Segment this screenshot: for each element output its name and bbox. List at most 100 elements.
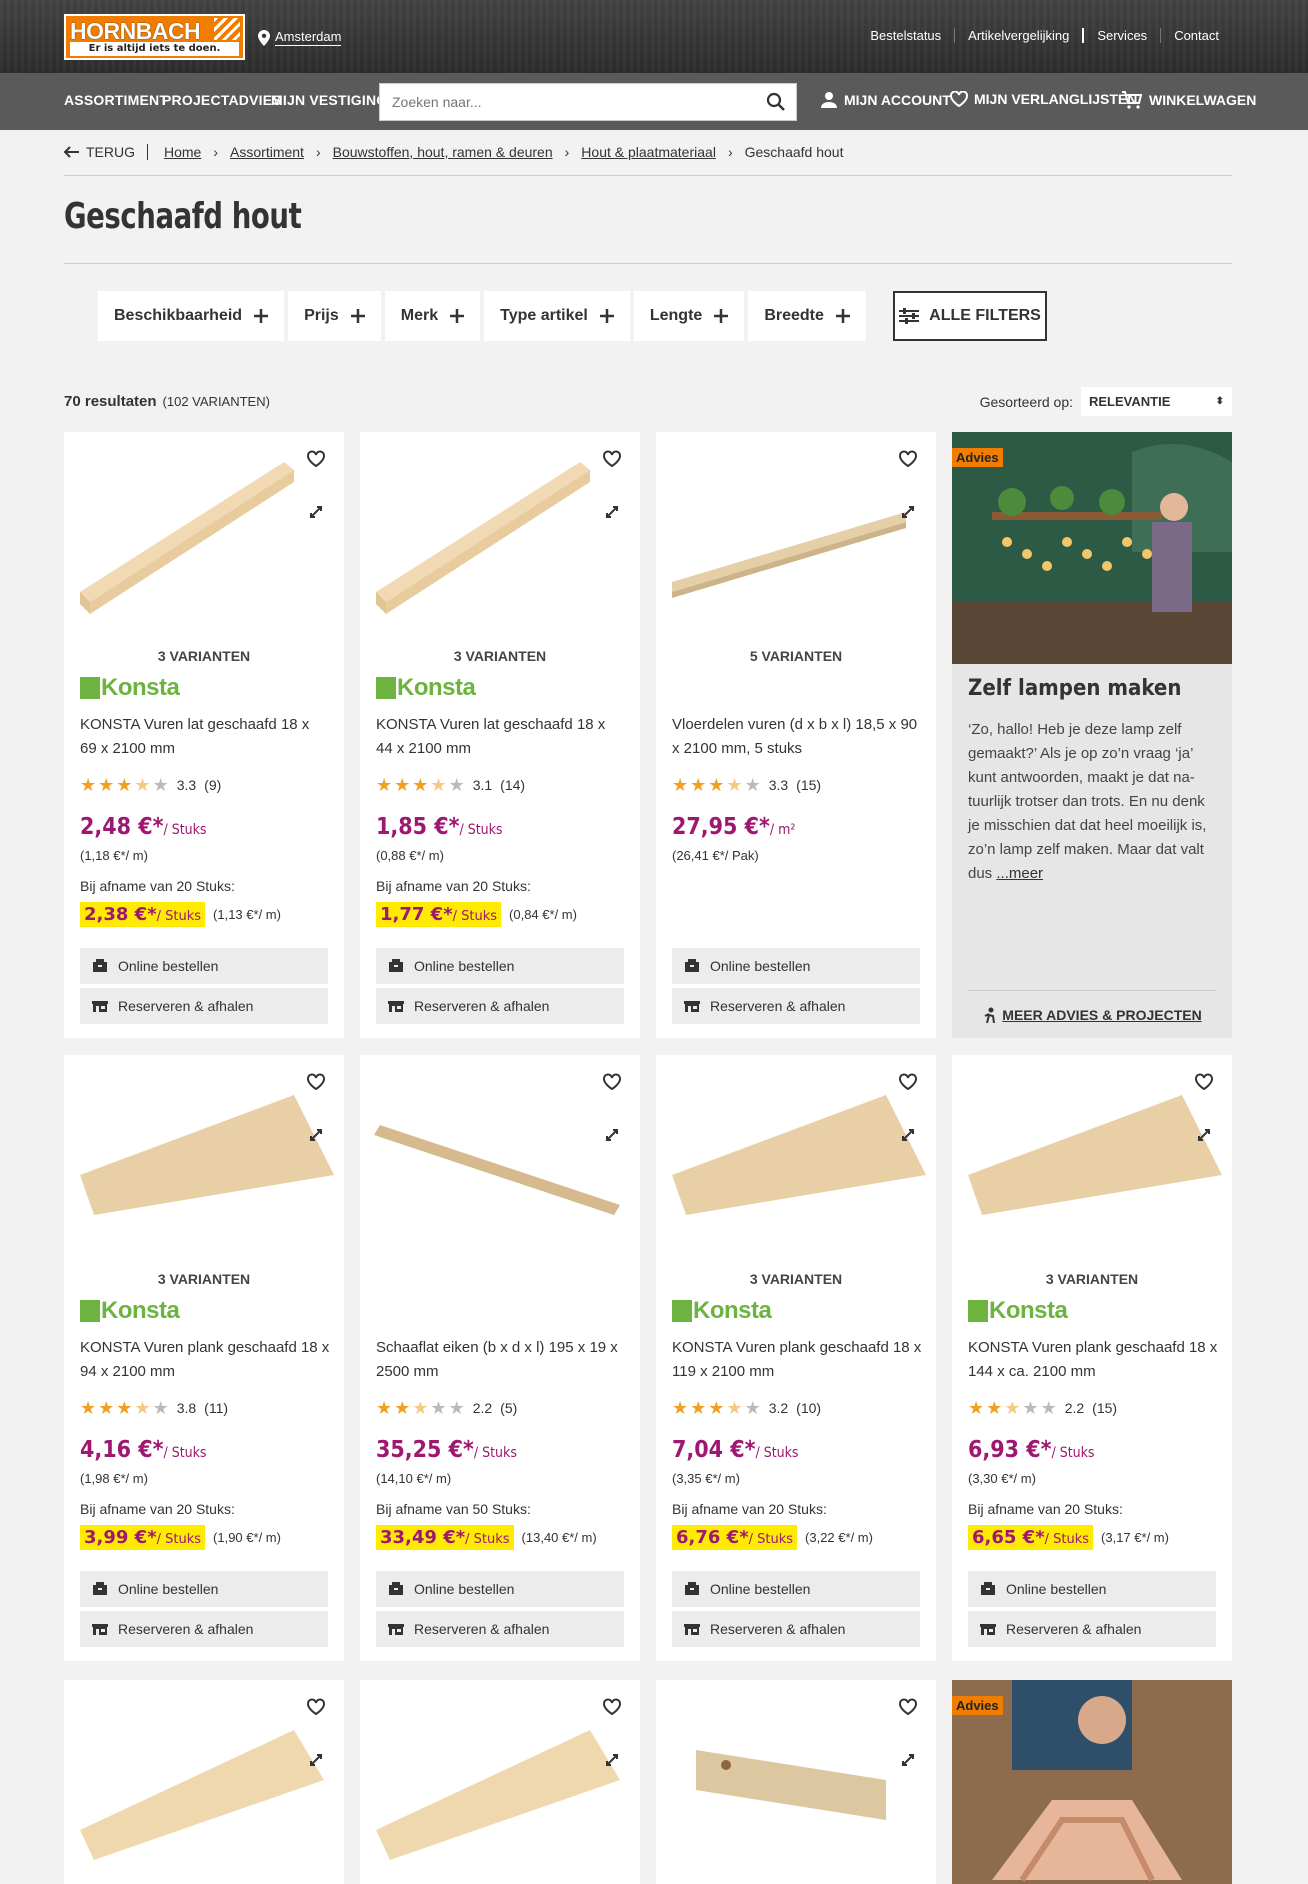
toplink-contact[interactable]: Contact <box>1160 28 1232 43</box>
product-name[interactable]: KONSTA Vuren plank geschaafd 18 x 119 x … <box>672 1336 922 1384</box>
filter-type-artikel[interactable]: Type artikel <box>484 291 630 341</box>
product-name[interactable]: KONSTA Vuren plank geschaafd 18 x 94 x 2… <box>80 1336 330 1384</box>
product-rating[interactable]: ★ ★ ★ ★ ★ 2.2 (5) <box>376 1399 517 1417</box>
account-link[interactable]: MIJN ACCOUNT <box>820 91 951 109</box>
product-name[interactable]: Vloerdelen vuren (d x b x l) 18,5 x 90 x… <box>672 713 922 761</box>
nav-projectadvies[interactable]: PROJECTADVIES <box>162 92 282 108</box>
product-image[interactable] <box>64 432 344 647</box>
compare-icon[interactable] <box>602 1750 622 1770</box>
toplink-services[interactable]: Services <box>1082 28 1160 43</box>
all-filters-button[interactable]: ALLE FILTERS <box>893 291 1047 341</box>
product-card[interactable]: 3 VARIANTEN Konsta KONSTA Vuren lat gesc… <box>64 432 344 1038</box>
reserve-pickup-button[interactable]: Reserveren & afhalen <box>672 1611 920 1647</box>
store-location[interactable]: Amsterdam <box>258 29 342 46</box>
reserve-pickup-button[interactable]: Reserveren & afhalen <box>80 1611 328 1647</box>
compare-icon[interactable] <box>306 1750 326 1770</box>
variants-count[interactable]: 3 VARIANTEN <box>952 1271 1232 1287</box>
product-image[interactable] <box>360 1680 640 1884</box>
product-image[interactable] <box>360 1055 640 1270</box>
product-rating[interactable]: ★ ★ ★ ★ ★ 2.2 (15) <box>968 1399 1117 1417</box>
nav-mijn-vestiging[interactable]: MIJN VESTIGING <box>271 92 387 108</box>
reserve-pickup-button[interactable]: Reserveren & afhalen <box>376 988 624 1024</box>
variants-count[interactable]: 3 VARIANTEN <box>64 648 344 664</box>
compare-icon[interactable] <box>602 502 622 522</box>
product-card[interactable]: 3 VARIANTEN Konsta KONSTA Vuren plank ge… <box>952 1055 1232 1661</box>
more-advice-link[interactable]: MEER ADVIES & PROJECTEN <box>968 990 1216 1024</box>
advice-tile[interactable]: Advies Zelf lampen maken ‘Zo, hallo! Heb… <box>952 432 1232 1038</box>
filter-merk[interactable]: Merk <box>384 291 481 341</box>
wishlist-heart-icon[interactable] <box>306 1698 326 1716</box>
wishlist-heart-icon[interactable] <box>898 1073 918 1091</box>
product-card[interactable] <box>656 1680 936 1884</box>
wishlist-heart-icon[interactable] <box>1194 1073 1214 1091</box>
filter-beschikbaarheid[interactable]: Beschikbaarheid <box>98 291 285 341</box>
product-image[interactable] <box>64 1055 344 1270</box>
compare-icon[interactable] <box>306 502 326 522</box>
wishlist-heart-icon[interactable] <box>602 1073 622 1091</box>
online-order-button[interactable]: Online bestellen <box>672 1571 920 1607</box>
product-rating[interactable]: ★ ★ ★ ★ ★ 3.3 (9) <box>80 776 221 794</box>
variants-count[interactable]: 3 VARIANTEN <box>360 648 640 664</box>
search-icon[interactable] <box>766 92 786 112</box>
product-name[interactable]: KONSTA Vuren plank geschaafd 18 x 144 x … <box>968 1336 1218 1384</box>
wishlist-heart-icon[interactable] <box>602 450 622 468</box>
product-image[interactable] <box>656 1055 936 1270</box>
product-rating[interactable]: ★ ★ ★ ★ ★ 3.2 (10) <box>672 1399 821 1417</box>
online-order-button[interactable]: Online bestellen <box>80 1571 328 1607</box>
product-card[interactable]: 3 VARIANTEN Konsta KONSTA Vuren lat gesc… <box>360 432 640 1038</box>
wishlist-heart-icon[interactable] <box>602 1698 622 1716</box>
crumb-hout[interactable]: Hout & plaatmateriaal <box>581 144 716 160</box>
wishlist-heart-icon[interactable] <box>898 450 918 468</box>
variants-count[interactable]: 5 VARIANTEN <box>656 648 936 664</box>
back-link[interactable]: TERUG <box>64 144 148 160</box>
product-card[interactable]: 3 VARIANTEN Konsta KONSTA Vuren plank ge… <box>64 1055 344 1661</box>
product-image[interactable] <box>64 1680 344 1884</box>
sort-select[interactable]: RELEVANTIE ⬍ <box>1081 387 1232 416</box>
product-image[interactable] <box>656 432 936 647</box>
product-card[interactable]: 5 VARIANTEN Vloerdelen vuren (d x b x l)… <box>656 432 936 1038</box>
product-image[interactable] <box>360 432 640 647</box>
product-card[interactable]: Schaaflat eiken (b x d x l) 195 x 19 x 2… <box>360 1055 640 1661</box>
compare-icon[interactable] <box>898 1125 918 1145</box>
compare-icon[interactable] <box>898 1750 918 1770</box>
cart-link[interactable]: WINKELWAGEN <box>1121 91 1256 109</box>
advice-tile[interactable]: Advies <box>952 1680 1232 1884</box>
product-rating[interactable]: ★ ★ ★ ★ ★ 3.8 (11) <box>80 1399 228 1417</box>
wishlist-heart-icon[interactable] <box>306 450 326 468</box>
product-card[interactable] <box>64 1680 344 1884</box>
online-order-button[interactable]: Online bestellen <box>80 948 328 984</box>
toplink-artikelvergelijking[interactable]: Artikelvergelijking <box>954 28 1082 43</box>
wishlist-heart-icon[interactable] <box>898 1698 918 1716</box>
online-order-button[interactable]: Online bestellen <box>968 1571 1216 1607</box>
reserve-pickup-button[interactable]: Reserveren & afhalen <box>968 1611 1216 1647</box>
advice-title[interactable]: Zelf lampen maken <box>968 676 1181 701</box>
filter-prijs[interactable]: Prijs <box>288 291 381 341</box>
compare-icon[interactable] <box>602 1125 622 1145</box>
reserve-pickup-button[interactable]: Reserveren & afhalen <box>376 1611 624 1647</box>
nav-assortiment[interactable]: ASSORTIMENT <box>64 92 168 108</box>
product-rating[interactable]: ★ ★ ★ ★ ★ 3.1 (14) <box>376 776 525 794</box>
advice-more-link[interactable]: ...meer <box>996 865 1043 882</box>
online-order-button[interactable]: Online bestellen <box>376 948 624 984</box>
product-card[interactable] <box>360 1680 640 1884</box>
product-rating[interactable]: ★ ★ ★ ★ ★ 3.3 (15) <box>672 776 821 794</box>
filter-breedte[interactable]: Breedte <box>748 291 866 341</box>
reserve-pickup-button[interactable]: Reserveren & afhalen <box>672 988 920 1024</box>
toplink-bestelstatus[interactable]: Bestelstatus <box>857 28 954 43</box>
product-image[interactable] <box>952 1055 1232 1270</box>
search-input[interactable] <box>380 84 740 120</box>
compare-icon[interactable] <box>306 1125 326 1145</box>
hornbach-logo[interactable]: HORNBACH Er is altijd iets te doen. <box>64 14 245 60</box>
compare-icon[interactable] <box>898 502 918 522</box>
product-card[interactable]: 3 VARIANTEN Konsta KONSTA Vuren plank ge… <box>656 1055 936 1661</box>
product-name[interactable]: Schaaflat eiken (b x d x l) 195 x 19 x 2… <box>376 1336 626 1384</box>
crumb-assortiment[interactable]: Assortiment <box>230 144 304 160</box>
product-image[interactable] <box>656 1680 936 1884</box>
wishlist-heart-icon[interactable] <box>306 1073 326 1091</box>
product-name[interactable]: KONSTA Vuren lat geschaafd 18 x 44 x 210… <box>376 713 626 761</box>
variants-count[interactable]: 3 VARIANTEN <box>64 1271 344 1287</box>
variants-count[interactable]: 3 VARIANTEN <box>656 1271 936 1287</box>
reserve-pickup-button[interactable]: Reserveren & afhalen <box>80 988 328 1024</box>
crumb-bouwstoffen[interactable]: Bouwstoffen, hout, ramen & deuren <box>333 144 553 160</box>
online-order-button[interactable]: Online bestellen <box>376 1571 624 1607</box>
